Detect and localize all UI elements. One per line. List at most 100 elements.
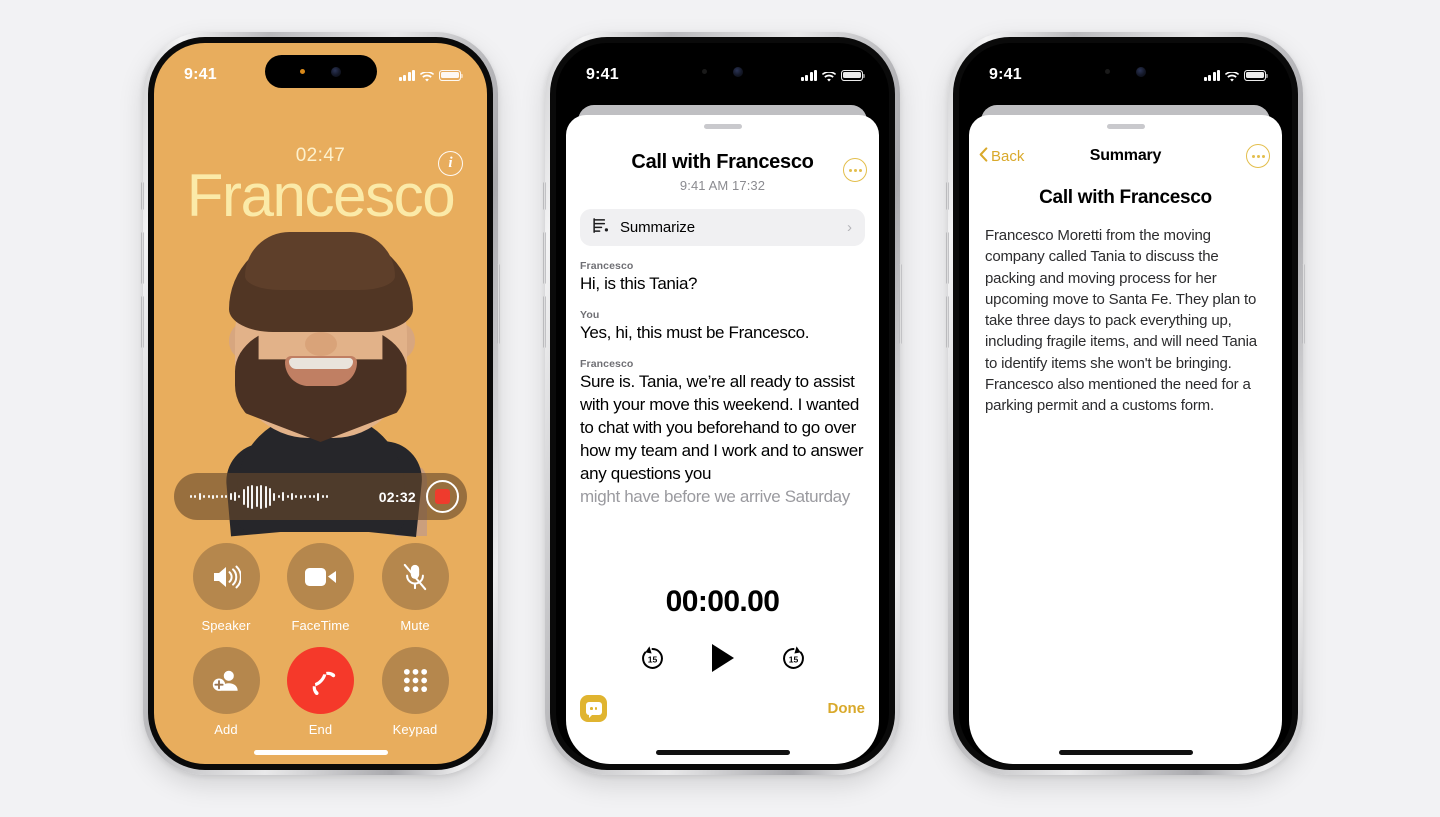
volume-down-button[interactable]	[543, 296, 546, 348]
silence-switch[interactable]	[946, 182, 949, 210]
summary-sheet: Back Summary Call with Francesco Frances…	[969, 115, 1282, 764]
transcript-text: Yes, hi, this must be Francesco.	[580, 322, 810, 342]
summarize-label: Summarize	[620, 219, 695, 236]
volume-up-button[interactable]	[946, 232, 949, 284]
sheet-grabber[interactable]	[703, 124, 742, 129]
facetime-label: FaceTime	[291, 618, 350, 633]
call-info-button[interactable]: i	[438, 151, 463, 176]
transcript-entry: Francesco Hi, is this Tania?	[580, 260, 865, 296]
wifi-icon	[821, 70, 837, 82]
front-camera	[733, 66, 743, 77]
call-controls-row-2: Add End Keypad	[180, 647, 461, 737]
volume-up-button[interactable]	[543, 232, 546, 284]
signal-bars-icon	[398, 69, 415, 81]
keypad-button[interactable]: Keypad	[369, 647, 461, 737]
dynamic-island	[264, 55, 377, 88]
playback-controls: 15 15	[566, 643, 879, 678]
transcript-speaker: Francesco	[580, 260, 634, 272]
recording-sheet: Call with Francesco 9:41 AM 17:32 Summar…	[566, 115, 879, 764]
end-call-button[interactable]: End	[275, 647, 367, 737]
mute-label: Mute	[400, 618, 430, 633]
keypad-label: Keypad	[392, 722, 438, 737]
volume-up-button[interactable]	[141, 232, 144, 284]
end-call-icon	[287, 647, 354, 714]
recording-bar[interactable]: 02:32	[174, 473, 467, 520]
battery-icon	[841, 69, 866, 81]
more-options-button[interactable]	[843, 158, 867, 182]
play-button[interactable]	[710, 643, 736, 678]
audio-waveform	[190, 484, 369, 510]
indicator-dot	[702, 69, 707, 74]
speaker-button[interactable]: Speaker	[180, 543, 272, 633]
transcript-bubble-icon[interactable]	[580, 695, 607, 722]
status-time: 9:41	[184, 66, 217, 83]
more-options-button[interactable]	[1246, 144, 1270, 168]
status-indicators	[398, 69, 464, 82]
phone-summary-screen: 9:41 Back Summary Call with Francesco Fr…	[946, 32, 1305, 775]
skip-forward-15-button[interactable]: 15	[780, 645, 807, 677]
transcript-text: Sure is. Tania, we’re all ready to assis…	[580, 371, 864, 483]
status-indicators	[800, 69, 866, 82]
end-label: End	[308, 722, 333, 737]
done-button[interactable]: Done	[828, 700, 866, 717]
mute-button[interactable]: Mute	[369, 543, 461, 633]
facetime-button[interactable]: FaceTime	[275, 543, 367, 633]
silence-switch[interactable]	[543, 182, 546, 210]
navigation-bar: Back Summary	[969, 139, 1282, 173]
battery-icon	[1244, 69, 1269, 81]
dynamic-island	[1069, 55, 1182, 88]
add-call-button[interactable]: Add	[180, 647, 272, 737]
speaker-label: Speaker	[201, 618, 251, 633]
add-person-icon	[192, 647, 260, 714]
dynamic-island	[666, 55, 779, 88]
summary-body: Francesco Moretti from the moving compan…	[985, 227, 1257, 415]
status-time: 9:41	[586, 66, 619, 83]
call-controls-row-1: Speaker FaceTime Mute	[180, 543, 461, 633]
recording-time: 02:32	[378, 488, 416, 505]
volume-down-button[interactable]	[946, 296, 949, 348]
svg-text:15: 15	[647, 654, 657, 664]
phone-call-screen: 9:41 i 02:47 Francesco 02:32 Speaker Fac…	[141, 32, 500, 775]
volume-down-button[interactable]	[141, 296, 144, 348]
summary-title: Call with Francesco	[1039, 187, 1212, 208]
back-label: Back	[991, 147, 1025, 165]
transcript-entry: You Yes, hi, this must be Francesco.	[580, 309, 865, 345]
svg-text:15: 15	[788, 654, 798, 664]
power-button[interactable]	[1302, 264, 1305, 344]
phone-call-recording: 9:41 Call with Francesco 9:41 AM 17:32 S…	[543, 32, 902, 775]
recording-indicator-dot	[300, 69, 305, 74]
transcript-speaker: Francesco	[580, 357, 634, 370]
status-indicators	[1203, 69, 1269, 82]
front-camera	[1136, 66, 1146, 77]
home-indicator[interactable]	[1058, 750, 1193, 755]
text-lines-icon	[593, 217, 610, 239]
add-label: Add	[214, 722, 238, 737]
sheet-grabber[interactable]	[1106, 124, 1145, 129]
phone-screen: 9:41 i 02:47 Francesco 02:32 Speaker Fac…	[154, 43, 487, 764]
video-camera-icon	[287, 543, 354, 610]
power-button[interactable]	[899, 264, 902, 344]
silence-switch[interactable]	[141, 182, 144, 210]
front-camera	[331, 66, 341, 77]
caller-name: Francesco	[186, 162, 456, 229]
power-button[interactable]	[497, 264, 500, 344]
transcript-speaker: You	[580, 308, 600, 321]
transcript-text: Hi, is this Tania?	[580, 274, 698, 293]
sheet-header: Call with Francesco 9:41 AM 17:32	[566, 151, 879, 193]
sheet-footer: Done	[580, 695, 865, 722]
sheet-subtitle: 9:41 AM 17:32	[679, 178, 766, 193]
nav-title: Summary	[1089, 147, 1162, 164]
summarize-row[interactable]: Summarize ›	[580, 209, 865, 246]
record-stop-button[interactable]	[426, 480, 459, 513]
back-button[interactable]: Back	[979, 146, 1025, 166]
transcript-list: Francesco Hi, is this Tania? You Yes, hi…	[566, 246, 879, 509]
home-indicator[interactable]	[655, 750, 790, 755]
skip-back-15-button[interactable]: 15	[639, 645, 666, 677]
transcript-entry: Francesco Sure is. Tania, we’re all read…	[580, 358, 865, 509]
microphone-muted-icon	[381, 543, 449, 610]
speaker-icon	[192, 543, 260, 610]
sheet-title: Call with Francesco	[631, 151, 814, 173]
status-time: 9:41	[989, 66, 1022, 83]
wifi-icon	[419, 70, 435, 82]
chevron-right-icon: ›	[847, 219, 852, 236]
